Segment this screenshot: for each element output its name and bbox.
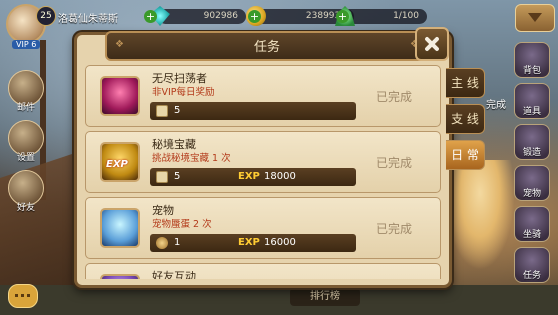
reward-item-count: 5 [174,171,181,182]
reward-bar: 5 [150,102,356,120]
mail-button[interactable]: 邮件 [8,70,44,113]
bag-button[interactable]: 背包 [514,42,550,78]
mount-button[interactable]: 坐骑 [514,206,550,242]
friend-icon [100,274,140,279]
pet-label: 宠物 [522,189,541,199]
stamina-counter: 1/100 [335,6,427,26]
task-row[interactable]: 宠物 宠物蜃蛋 2 次 1 EXP 16000 已完成 [85,197,441,259]
dialog-header: ❖ 任务 ❖ [105,31,429,61]
friends-button[interactable]: 好友 [8,170,44,213]
add-stamina-button[interactable]: + [336,10,349,23]
right-menu: 背包 道具 锻造 宠物 坐骑 任务 [514,42,554,288]
exp-coins-icon: EXP [100,142,140,182]
chat-button[interactable] [8,284,38,308]
background-complete-text: 完成 [486,100,506,111]
task-row[interactable]: 无尽扫荡者 非VIP每日奖励 5 已完成 [85,65,441,127]
left-menu: 邮件 设置 好友 [8,70,48,220]
player-name: 洛葛仙朱蒂斯 [58,14,118,25]
exp-label: EXP [238,171,260,182]
pet-egg-icon [100,208,140,248]
chevron-down-icon [528,13,542,22]
friends-label: 好友 [16,203,35,213]
treasure-chest-icon [100,76,140,116]
reward-item-count: 1 [174,237,181,248]
background-character [445,160,515,270]
exp-value: 18000 [264,171,296,182]
quest-label: 任务 [522,271,541,281]
exp-label: EXP [238,237,260,248]
mail-label: 邮件 [16,103,35,113]
task-status: 已完成 [376,90,413,104]
dialog-title: 任务 [253,40,280,55]
diamond-counter: 902986 [150,6,246,26]
reward-bar: 1 EXP 16000 [150,234,356,252]
quest-dialog: ❖ 任务 ❖ 无尽扫荡者 非VIP每日奖励 5 已完成 EXP 秘境宝藏 挑战秘… [74,27,452,288]
vip-badge: VIP 6 [12,40,41,49]
task-subtitle: 挑战秘境宝藏 1 次 [152,153,231,164]
task-subtitle: 宠物蜃蛋 2 次 [152,219,212,230]
player-level-badge: 25 [36,6,56,26]
pet-button[interactable]: 宠物 [514,165,550,201]
tab-daily[interactable]: 日 常 [446,140,485,170]
menu-toggle-button[interactable] [515,4,555,32]
leaderboard-button[interactable]: 排行榜 [290,288,360,306]
bag-label: 背包 [522,66,541,76]
bag-icon [156,237,168,249]
forge-label: 锻造 [522,148,541,158]
top-bar: 25 洛葛仙朱蒂斯 VIP 6 902986 + 2389939 + 1/100… [0,0,558,49]
scroll-icon [156,105,168,117]
reward-bar: 5 EXP 18000 [150,168,356,186]
mount-label: 坐骑 [522,230,541,240]
close-button[interactable] [415,27,449,61]
forge-button[interactable]: 锻造 [514,124,550,160]
exp-icon-text: EXP [106,159,128,170]
add-diamond-button[interactable]: + [144,10,157,23]
scroll-icon [156,171,168,183]
task-subtitle: 非VIP每日奖励 [152,87,215,98]
tab-side[interactable]: 支 线 [446,104,485,134]
ground-strip [0,285,558,315]
diamond-value: 902986 [203,11,238,21]
task-row[interactable]: EXP 秘境宝藏 挑战秘境宝藏 1 次 5 EXP 18000 已完成 [85,131,441,193]
stamina-value: 1/100 [393,11,419,21]
items-label: 道具 [522,107,541,117]
quest-button[interactable]: 任务 [514,247,550,283]
add-gold-button[interactable]: + [248,10,261,23]
exp-value: 16000 [264,237,296,248]
task-list[interactable]: 无尽扫荡者 非VIP每日奖励 5 已完成 EXP 秘境宝藏 挑战秘境宝藏 1 次… [85,65,441,279]
settings-button[interactable]: 设置 [8,120,44,163]
tab-main[interactable]: 主 线 [446,68,485,98]
task-status: 已完成 [376,156,413,170]
task-name: 好友互动 [152,270,196,279]
items-button[interactable]: 道具 [514,83,550,119]
reward-item-count: 5 [174,105,181,116]
task-status: 已完成 [376,222,413,236]
settings-label: 设置 [16,153,35,163]
task-row[interactable]: 好友互动 [85,263,441,279]
